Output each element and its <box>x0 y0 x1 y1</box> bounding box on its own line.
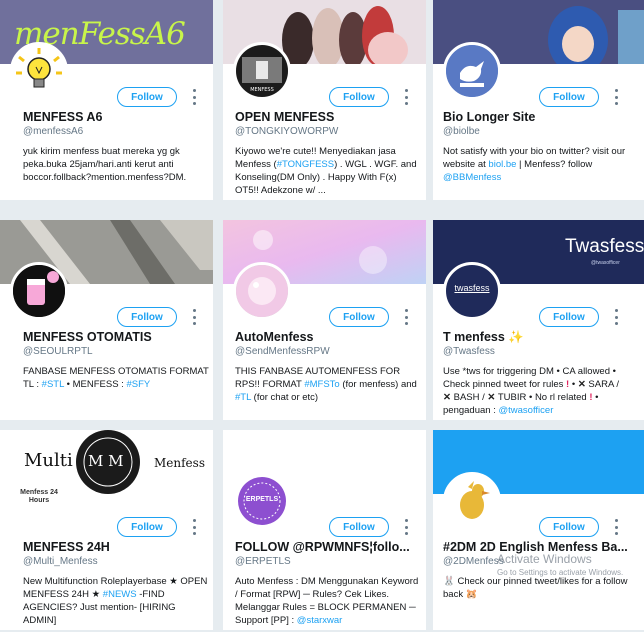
sparkles-icon: ✨ <box>508 330 524 344</box>
avatar[interactable]: MENFESS <box>233 42 291 100</box>
avatar-text: Menfess 24 Hours <box>20 489 58 504</box>
hashtag-link[interactable]: #STL <box>42 379 64 390</box>
more-options-icon[interactable] <box>403 89 409 105</box>
account-card[interactable]: Follow #2DM 2D English Menfess Ba... @2D… <box>433 430 644 630</box>
mention-link[interactable]: @starxwar <box>297 615 343 626</box>
account-card[interactable]: Follow MENFESS OTOMATIS @SEOULRPTL FANBA… <box>0 220 213 420</box>
more-options-icon[interactable] <box>403 519 409 535</box>
account-grid: menFessA6 Follow MENFESS A6 @menfessA6 y… <box>0 0 644 632</box>
more-options-icon[interactable] <box>613 309 619 325</box>
more-options-icon[interactable] <box>403 309 409 325</box>
cross-mark-icon: ✕ <box>577 379 586 390</box>
account-handle[interactable]: @biolbe <box>443 126 480 137</box>
account-handle[interactable]: @Twasfess <box>443 346 495 357</box>
bio-text: FANBASE MENFESS OTOMATIS FORMAT TL : #ST… <box>23 366 209 390</box>
account-handle[interactable]: @ERPETLS <box>235 556 291 567</box>
banner-text-left: Multi <box>24 450 73 471</box>
account-card[interactable]: Twasfess @twasofficer twasfess Follow T … <box>433 220 644 420</box>
account-handle[interactable]: @SEOULRPTL <box>23 346 93 357</box>
follow-button[interactable]: Follow <box>539 517 599 537</box>
avatar[interactable]: ERPETLS <box>233 472 291 530</box>
banner-text-right: Menfess <box>154 456 205 470</box>
display-name[interactable]: T menfess ✨ <box>443 330 629 345</box>
more-options-icon[interactable] <box>613 519 619 535</box>
account-handle[interactable]: @2DMenfess <box>443 556 504 567</box>
follow-button[interactable]: Follow <box>117 87 177 107</box>
account-card[interactable]: Follow AutoMenfess @SendMenfessRPW THIS … <box>223 220 426 420</box>
avatar[interactable]: Menfess 24 Hours <box>10 472 68 530</box>
account-card[interactable]: MENFESS Follow OPEN MENFESS @TONGKIYOWOR… <box>223 0 426 200</box>
display-name[interactable]: MENFESS OTOMATIS <box>23 330 209 344</box>
display-name[interactable]: MENFESS A6 <box>23 110 209 124</box>
watermark-title: Activate Windows <box>497 552 592 566</box>
display-name[interactable]: FOLLOW @RPWMNFS¦follo... <box>235 540 421 554</box>
bio-text: Not satisfy with your bio on twitter? vi… <box>443 146 626 183</box>
more-options-icon[interactable] <box>613 89 619 105</box>
hashtag-link[interactable]: #TONGFESS <box>277 159 334 170</box>
display-name[interactable]: MENFESS 24H <box>23 540 209 554</box>
bird-logo-icon <box>446 45 498 97</box>
svg-text:MENFESS: MENFESS <box>250 87 274 93</box>
pastel-avatar-image <box>236 265 288 317</box>
activate-windows-watermark: Activate Windows Go to Settings to activ… <box>497 552 644 577</box>
hashtag-link[interactable]: #TL <box>235 392 251 403</box>
avatar[interactable] <box>233 262 291 320</box>
follow-button[interactable]: Follow <box>117 517 177 537</box>
bio-text: Kiyowo we're cute!! Menyediakan jasa Men… <box>235 146 417 196</box>
follow-button[interactable]: Follow <box>329 517 389 537</box>
mention-link[interactable]: @BBMenfess <box>443 172 501 183</box>
hamster-icon: 🐹 <box>465 589 478 600</box>
follow-button[interactable]: Follow <box>539 307 599 327</box>
bio-text: Auto Menfess : DM Menggunakan Keyword / … <box>235 576 419 626</box>
avatar[interactable] <box>443 42 501 100</box>
bio-text: THIS FANBASE AUTOMENFESS FOR RPS!! FORMA… <box>235 366 417 403</box>
account-handle[interactable]: @menfessA6 <box>23 126 83 137</box>
bio-text: Use *tws for triggering DM • CA allowed … <box>443 366 620 416</box>
follow-button[interactable]: Follow <box>539 87 599 107</box>
account-card[interactable]: menFessA6 Follow MENFESS A6 @menfessA6 y… <box>0 0 213 200</box>
watermark-subtitle: Go to Settings to activate Windows. <box>497 568 624 577</box>
more-options-icon[interactable] <box>191 519 197 535</box>
more-options-icon[interactable] <box>191 89 197 105</box>
cross-mark-icon: ✕ <box>443 392 451 403</box>
bio-text: yuk kirim menfess buat mereka yg gk peka… <box>23 146 187 183</box>
banner-subtext: @twasofficer <box>591 260 620 266</box>
chocobo-image <box>446 475 498 527</box>
lightbulb-icon <box>13 45 65 97</box>
account-handle[interactable]: @SendMenfessRPW <box>235 346 330 357</box>
display-name[interactable]: OPEN MENFESS <box>235 110 421 124</box>
display-name[interactable]: AutoMenfess <box>235 330 421 344</box>
account-card[interactable]: Multi M M Menfess Menfess 24 Hours Follo… <box>0 430 213 630</box>
hashtag-link[interactable]: #NEWS <box>103 589 137 600</box>
exclamation-icon: ! <box>566 379 570 390</box>
follow-button[interactable]: Follow <box>329 307 389 327</box>
avatar[interactable] <box>10 262 68 320</box>
account-card[interactable]: ERPETLS Follow FOLLOW @RPWMNFS¦follo... … <box>223 430 426 630</box>
account-handle[interactable]: @Multi_Menfess <box>23 556 98 567</box>
avatar[interactable] <box>443 472 501 530</box>
avatar-text: ERPETLS <box>245 496 279 503</box>
hashtag-link[interactable]: #MFSTo <box>304 379 339 390</box>
avatar[interactable]: twasfess <box>443 262 501 320</box>
rabbit-icon: 🐰 <box>443 576 455 587</box>
drink-cup-icon <box>13 265 65 317</box>
bio-text: 🐰 Check our pinned tweet/likes for a fol… <box>443 576 628 600</box>
banner-monogram: M M <box>88 452 124 470</box>
bio-text: New Multifunction Roleplayerbase ★ OPEN … <box>23 576 208 626</box>
account-card[interactable]: Follow Bio Longer Site @biolbe Not satis… <box>433 0 644 200</box>
follow-button[interactable]: Follow <box>329 87 389 107</box>
avatar-text: twasfess <box>454 283 490 293</box>
hashtag-link[interactable]: #SFY <box>126 379 150 390</box>
account-handle[interactable]: @TONGKIYOWORPW <box>235 126 338 137</box>
follow-button[interactable]: Follow <box>117 307 177 327</box>
more-options-icon[interactable] <box>191 309 197 325</box>
banner-text: Twasfess <box>565 236 644 257</box>
group-photo-image: MENFESS <box>236 45 288 97</box>
website-link[interactable]: biol.be <box>488 159 516 170</box>
mention-link[interactable]: @twasofficer <box>498 405 553 416</box>
display-name[interactable]: Bio Longer Site <box>443 110 629 124</box>
avatar[interactable] <box>10 42 68 100</box>
